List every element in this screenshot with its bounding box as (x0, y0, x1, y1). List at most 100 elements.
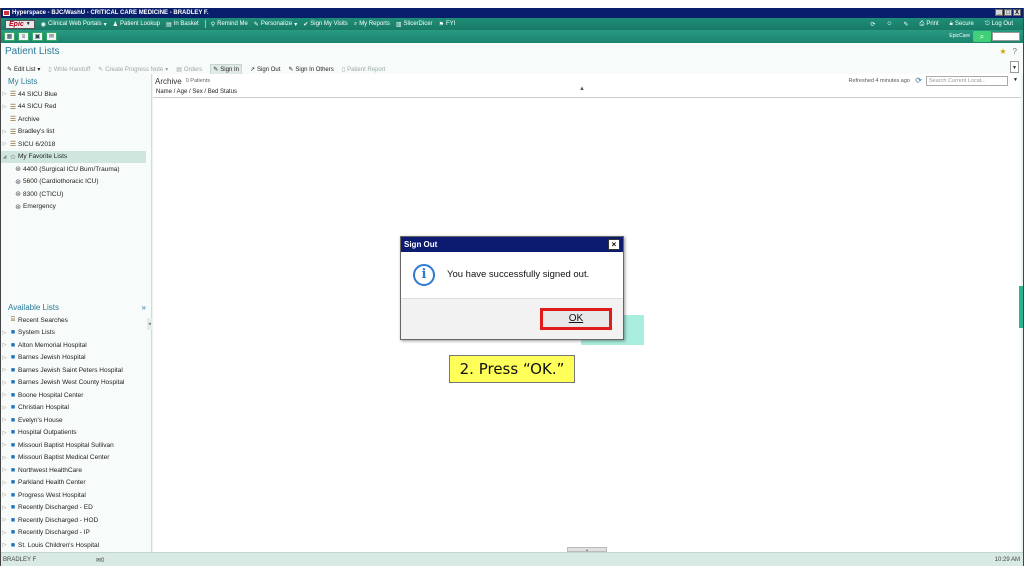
ok-button[interactable]: OK (540, 308, 612, 330)
write-handoff-button[interactable]: ▯ Write Handoff (48, 66, 90, 74)
sidebar-item-44-sicu-blue[interactable]: ▷ ☰ 44 SICU Blue (1, 88, 151, 101)
sidebar-item-folder[interactable]: ▷ ■ Progress West Hospital (1, 489, 152, 502)
menu-log-out[interactable]: ⎋ Log Out (985, 21, 1013, 28)
sidebar-item-my-favorite-lists[interactable]: ◢ ☆ My Favorite Lists (1, 150, 146, 163)
patient-list-icon[interactable]: ≡ (18, 32, 29, 41)
sidebar-item-folder[interactable]: ▷ ■ Hospital Outpatients (1, 427, 152, 440)
folder-icon: ■ (10, 354, 16, 362)
expand-icon[interactable]: ▷ (1, 517, 8, 523)
tools-icon[interactable]: ✎ (903, 21, 908, 28)
sidebar-item-folder[interactable]: ▷ ■ Recently Discharged - IP (1, 527, 152, 540)
tree-label: Bradley's list (18, 128, 55, 136)
list-search-input[interactable]: Search Current Locat... (926, 76, 1008, 86)
sidebar-item-recent-searches[interactable]: ⌸ Recent Searches (1, 314, 152, 327)
close-window-button[interactable]: X (1013, 9, 1021, 16)
minimize-button[interactable]: _ (995, 9, 1003, 16)
sidebar-item-folder[interactable]: ▷ ■ Christian Hospital (1, 402, 152, 415)
sign-out-button[interactable]: ↗ Sign Out (250, 66, 280, 74)
expand-icon[interactable]: ▷ (1, 392, 8, 398)
dialog-close-button[interactable]: × (608, 239, 620, 250)
expand-icon[interactable]: ▷ (1, 505, 8, 511)
status-mail[interactable]: ✉0 (96, 557, 104, 564)
sidebar-item-archive[interactable]: ☰ Archive (1, 113, 151, 126)
help-icon[interactable]: ? (1013, 47, 1017, 56)
edit-list-button[interactable]: ✎ Edit List ▾ (7, 66, 40, 74)
menu-secure[interactable]: 🔒︎ Secure (950, 21, 974, 28)
expand-icon[interactable]: ▷ (1, 91, 8, 97)
schedule-icon[interactable]: ▣ (32, 32, 43, 41)
sidebar-item-folder[interactable]: ▷ ■ Missouri Baptist Hospital Sullivan (1, 439, 152, 452)
maximize-button[interactable]: □ (1004, 9, 1012, 16)
double-chevron-icon[interactable]: » (142, 303, 146, 312)
expand-icon[interactable]: ▷ (1, 480, 8, 486)
sidebar-item-44-sicu-red[interactable]: ▷ ☰ 44 SICU Red (1, 101, 151, 114)
sidebar-item-folder[interactable]: ▷ ■ Missouri Baptist Medical Center (1, 452, 152, 465)
search-icon[interactable]: ⌕ (973, 31, 991, 42)
chevron-down-icon[interactable]: ▼ (1013, 77, 1018, 83)
sidebar-item-8300[interactable]: ⊛ 8300 (CTICU) (1, 188, 151, 201)
sidebar-item-sicu-6-2018[interactable]: ▷ ☰ SICU 6/2018 (1, 138, 151, 151)
create-progress-note-button[interactable]: ✎ Create Progress Note ▾ (98, 66, 168, 74)
sidebar-item-folder[interactable]: ▷ ■ Evelyn's House (1, 414, 152, 427)
refresh-icon[interactable]: ⟳ (915, 76, 922, 85)
expand-icon[interactable]: ▷ (1, 542, 8, 548)
sidebar-item-folder[interactable]: ▷ ■ Boone Hospital Center (1, 389, 152, 402)
expand-icon[interactable]: ▷ (1, 342, 8, 348)
expand-icon[interactable]: ▷ (1, 405, 8, 411)
sidebar-item-folder[interactable]: ▷ ■ Recently Discharged - HOD (1, 514, 152, 527)
calendar-icon[interactable]: ▦ (4, 32, 15, 41)
sidebar-item-folder[interactable]: ▷ ■ Barnes Jewish Hospital (1, 352, 152, 365)
remind-icon: ⚲ (210, 21, 216, 28)
sidebar-item-4400[interactable]: ⊛ 4400 (Surgical ICU Burn/Trauma) (1, 163, 151, 176)
orders-button[interactable]: ▤ Orders (176, 66, 202, 74)
menu-print[interactable]: ⎙ Print (920, 21, 939, 28)
expand-icon[interactable]: ▷ (1, 129, 8, 135)
expand-icon[interactable]: ▷ (1, 104, 8, 110)
global-search-input[interactable] (992, 32, 1020, 41)
sidebar-item-folder[interactable]: ▷ ■ System Lists (1, 327, 152, 340)
sidebar-item-folder[interactable]: ▷ ■ Barnes Jewish West County Hospital (1, 377, 152, 390)
sidebar-item-folder[interactable]: ▷ ■ St. Louis Children's Hospital (1, 539, 152, 552)
sidebar-item-5600[interactable]: ⊛ 5600 (Cardiothoracic ICU) (1, 176, 151, 189)
sign-in-others-button[interactable]: ✎ Sign In Others (288, 66, 333, 74)
menu-remind-me[interactable]: ⚲ Remind Me (211, 21, 248, 28)
menu-personalize[interactable]: ✎ Personalize ▾ (254, 21, 297, 28)
sidebar-item-folder[interactable]: ▷ ■ Northwest HealthCare (1, 464, 152, 477)
expand-icon[interactable]: ▷ (1, 380, 8, 386)
menu-in-basket[interactable]: ▤ In Basket (166, 21, 199, 28)
sidebar-item-folder[interactable]: ▷ ■ Recently Discharged - ED (1, 502, 152, 515)
expand-icon[interactable]: ▷ (1, 141, 8, 147)
sidebar-item-folder[interactable]: ▷ ■ Barnes Jewish Saint Peters Hospital (1, 364, 152, 377)
column-header[interactable]: Name / Age / Sex / Bed Status ▲ (153, 86, 1021, 98)
expand-icon[interactable]: ▷ (1, 455, 8, 461)
menu-clinical-web-portals[interactable]: ◉ Clinical Web Portals ▾ (41, 21, 107, 28)
menu-slicerdicer[interactable]: ▥ SlicerDicer (396, 21, 433, 28)
sidebar-item-bradleys-list[interactable]: ▷ ☰ Bradley's list (1, 126, 151, 139)
expand-icon[interactable]: ▷ (1, 442, 8, 448)
expand-icon[interactable]: ▷ (1, 492, 8, 498)
inbox-tab-icon[interactable]: ✉ (46, 32, 57, 41)
sidebar-item-emergency[interactable]: ⊛ Emergency (1, 201, 151, 214)
menu-fyi[interactable]: ⚑ FYI (439, 21, 456, 28)
menu-my-reports[interactable]: ⌕ My Reports (354, 21, 390, 28)
right-panel-tab[interactable] (1019, 286, 1023, 328)
collapse-icon[interactable]: ◢ (1, 154, 8, 160)
menu-patient-lookup[interactable]: ♟ Patient Lookup (113, 21, 160, 28)
expand-icon[interactable]: ▷ (1, 467, 8, 473)
sidebar-item-folder[interactable]: ▷ ■ Alton Memorial Hospital (1, 339, 152, 352)
refresh-icon[interactable]: ⟳ (870, 21, 875, 28)
epic-menu-button[interactable]: Epic ▼ (5, 19, 35, 29)
expand-icon[interactable]: ▷ (1, 355, 8, 361)
expand-icon[interactable]: ▷ (1, 417, 8, 423)
header-dropdown[interactable]: ▼ (1010, 61, 1019, 73)
expand-icon[interactable]: ▷ (1, 330, 8, 336)
lock-icon: 🔒︎ (949, 20, 953, 27)
users-icon[interactable]: ☺ (886, 21, 892, 27)
expand-icon[interactable]: ▷ (1, 367, 8, 373)
expand-icon[interactable]: ▷ (1, 430, 8, 436)
sidebar-item-folder[interactable]: ▷ ■ Parkland Health Center (1, 477, 152, 490)
menu-sign-my-visits[interactable]: ✔ Sign My Visits (303, 21, 348, 28)
favorite-star-icon[interactable]: ★ (999, 47, 1006, 56)
patient-report-button[interactable]: ▯ Patient Report (342, 66, 386, 74)
expand-icon[interactable]: ▷ (1, 530, 8, 536)
